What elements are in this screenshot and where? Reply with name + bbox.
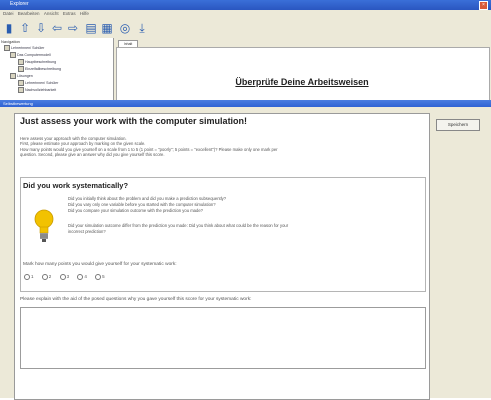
dialog-titlebar: Selbstbewertung	[0, 100, 491, 107]
tree-item[interactable]: Einzelfallbeschreibung	[18, 66, 61, 72]
tree-item[interactable]: Lehrerinnen/ Schüler	[18, 80, 58, 86]
page-title: Überprüfe Deine Arbeitsweisen	[235, 77, 369, 87]
section-title: Did you work systematically?	[23, 181, 129, 190]
forward-arrow-icon[interactable]: ⇨	[66, 21, 80, 35]
score-radio[interactable]: 2	[41, 274, 51, 280]
folder-icon	[10, 73, 16, 79]
page-icon	[18, 87, 24, 93]
score-radio[interactable]: 1	[24, 274, 34, 280]
question-line: Did you initially think about the proble…	[68, 196, 227, 201]
menu-item[interactable]: Datei	[3, 11, 14, 16]
up-arrow-icon[interactable]: ⇧	[18, 21, 32, 35]
page-icon	[18, 80, 24, 86]
dialog-title: Selbstbewertung	[3, 101, 33, 106]
mark-prompt: Mark how many points you would give your…	[23, 262, 177, 267]
page-icon	[18, 59, 24, 65]
folder-icon	[10, 52, 16, 58]
navigation-pane: Navigation Lehrerinnen/ Schüler Das Comp…	[0, 38, 114, 100]
close-button[interactable]: ×	[479, 1, 488, 10]
intro-line: question. Second, please give an answer …	[20, 152, 165, 157]
tree-item[interactable]: Hauptbeschreibung	[18, 59, 56, 65]
list-icon[interactable]: ▦	[100, 21, 114, 35]
explanation-textarea[interactable]	[20, 307, 426, 369]
navigation-label: Navigation	[1, 39, 20, 44]
content-page	[116, 47, 490, 101]
folder-icon	[4, 45, 10, 51]
dialog-heading: Just assess your work with the computer …	[20, 116, 248, 126]
down-arrow-icon[interactable]: ⇩	[34, 21, 48, 35]
question-line: Did your simulation outcome differ from …	[68, 223, 289, 228]
menu-bar: Datei Bearbeiten Ansicht Extras Hilfe	[0, 10, 491, 18]
score-radio[interactable]: 3	[59, 274, 69, 280]
score-radio[interactable]: 4	[77, 274, 87, 280]
help-icon[interactable]: ◎	[118, 21, 132, 35]
tree-item[interactable]: Nachvollziehbarkeit	[18, 87, 56, 93]
back-arrow-icon[interactable]: ⇦	[50, 21, 64, 35]
window-title: Explorer	[10, 1, 29, 7]
explain-prompt: Please explain with the aid of the posed…	[20, 297, 252, 302]
score-radio-group: 1 2 3 4 5	[24, 274, 112, 280]
book-icon[interactable]: ▮	[2, 21, 16, 35]
window-titlebar: Explorer ×	[0, 0, 491, 10]
menu-item[interactable]: Bearbeiten	[18, 11, 40, 16]
intro-line: First, please estimate your approach by …	[20, 141, 146, 146]
tree-item[interactable]: Lösungen	[10, 73, 33, 79]
layout-icon[interactable]: ▤	[84, 21, 98, 35]
menu-item[interactable]: Ansicht	[44, 11, 59, 16]
question-line: Did you vary only one variable before yo…	[68, 202, 216, 207]
toolbar: ▮ ⇧ ⇩ ⇦ ⇨ ▤ ▦ ◎ ⤓	[0, 18, 491, 39]
save-button[interactable]: Speichern	[436, 119, 480, 131]
download-icon[interactable]: ⤓	[135, 21, 149, 35]
question-line: Did you compare your simulation outcome …	[68, 208, 203, 213]
tree-item[interactable]: Lehrerinnen/ Schüler	[4, 45, 44, 51]
page-icon	[18, 66, 24, 72]
score-radio[interactable]: 5	[95, 274, 105, 280]
question-line: incorrect prediction?	[68, 229, 106, 234]
menu-item[interactable]: Hilfe	[80, 11, 89, 16]
tree-item[interactable]: Das Computermodell	[10, 52, 51, 58]
menu-item[interactable]: Extras	[63, 11, 76, 16]
lightbulb-icon	[34, 209, 54, 242]
